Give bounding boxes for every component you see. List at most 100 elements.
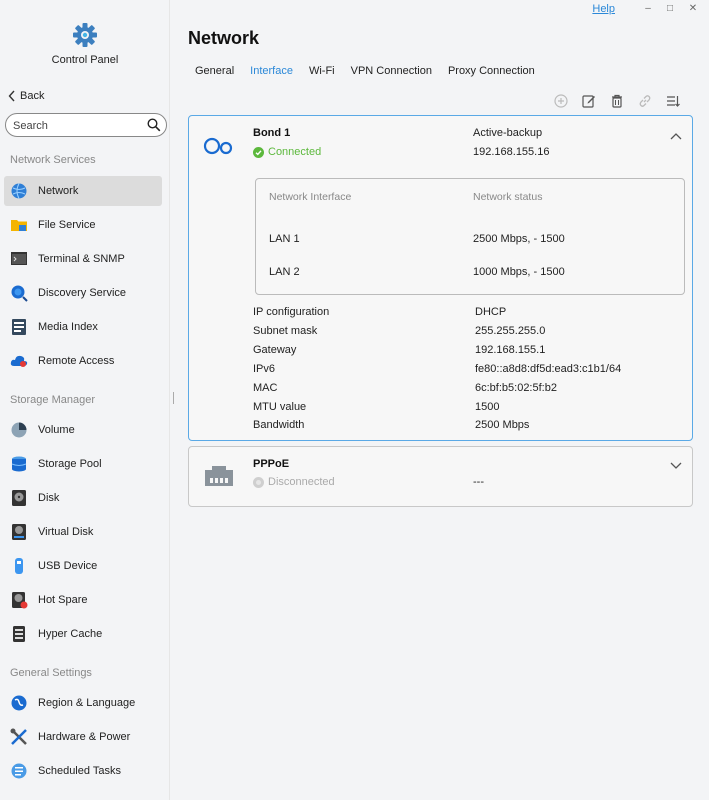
delete-icon <box>612 94 622 108</box>
detail-label: Gateway <box>253 344 297 356</box>
connection-status: Connected <box>253 146 321 158</box>
tab-interface[interactable]: Interface <box>250 65 293 77</box>
sidebar-item-region-language[interactable]: Region & Language <box>4 688 162 718</box>
sidebar-item-label: Storage Pool <box>38 458 102 470</box>
member-interface-name: LAN 1 <box>269 233 300 245</box>
link-button[interactable] <box>631 93 659 109</box>
detail-label: MAC <box>253 382 278 394</box>
sidebar-item-volume[interactable]: Volume <box>4 415 162 445</box>
discovery-icon <box>11 285 28 302</box>
ip-address: --- <box>473 476 484 488</box>
add-button[interactable] <box>547 93 575 109</box>
tab-general[interactable]: General <box>195 65 234 77</box>
sort-button[interactable] <box>659 93 687 109</box>
sidebar-resize-handle[interactable] <box>173 392 174 404</box>
region-globe-icon <box>11 695 27 711</box>
sidebar-item-discovery-service[interactable]: Discovery Service <box>4 278 162 308</box>
gear-icon <box>73 23 97 47</box>
detail-value: 2500 Mbps <box>475 419 530 431</box>
check-circle-icon <box>253 146 264 158</box>
column-header-network-interface: Network Interface <box>269 191 352 203</box>
usb-icon <box>15 558 23 574</box>
tab-vpn-connection[interactable]: VPN Connection <box>351 65 432 77</box>
member-interface-status: 1000 Mbps, - 1500 <box>473 266 565 278</box>
hot-spare-icon <box>12 592 28 609</box>
section-label-storage-manager: Storage Manager <box>10 394 95 406</box>
member-interface-status: 2500 Mbps, - 1500 <box>473 233 565 245</box>
sidebar-item-label: Scheduled Tasks <box>38 765 121 777</box>
tab-wifi[interactable]: Wi-Fi <box>309 65 335 77</box>
chevron-up-icon[interactable] <box>670 132 682 140</box>
chevron-left-icon <box>8 90 15 102</box>
search-box[interactable] <box>5 113 167 137</box>
tools-icon <box>10 728 27 745</box>
interface-card-pppoe[interactable]: PPPoE Disconnected --- <box>188 446 693 507</box>
detail-value: 192.168.155.1 <box>475 344 546 356</box>
sidebar-item-remote-access[interactable]: Remote Access <box>4 346 162 376</box>
storage-pool-icon <box>11 456 27 472</box>
section-label-network-services: Network Services <box>10 154 96 166</box>
tab-bar: General Interface Wi-Fi VPN Connection P… <box>195 65 551 77</box>
hyper-cache-icon <box>13 626 25 642</box>
section-label-general-settings: General Settings <box>10 667 92 679</box>
volume-icon <box>11 422 27 438</box>
control-panel-logo <box>0 22 170 51</box>
status-text: Connected <box>268 146 322 158</box>
connection-status: Disconnected <box>253 476 335 488</box>
search-input[interactable] <box>13 118 143 133</box>
back-label: Back <box>20 90 45 102</box>
sidebar-item-label: Hyper Cache <box>38 628 103 640</box>
sidebar-item-label: Remote Access <box>38 355 115 367</box>
app-title: Control Panel <box>51 54 119 66</box>
sidebar-item-label: Network <box>38 185 79 197</box>
column-header-network-status: Network status <box>473 191 543 203</box>
detail-value: 6c:bf:b5:02:5f:b2 <box>475 382 557 394</box>
sidebar-item-scheduled-tasks[interactable]: Scheduled Tasks <box>4 756 162 786</box>
status-text: Disconnected <box>268 476 335 488</box>
disconnected-status-icon <box>253 476 264 488</box>
tasks-icon <box>11 763 27 779</box>
sidebar-item-label: Disk <box>38 492 60 504</box>
delete-button[interactable] <box>603 93 631 109</box>
interface-toolbar <box>547 93 687 109</box>
back-button[interactable]: Back <box>8 88 44 104</box>
edit-icon <box>582 95 595 108</box>
sidebar-item-hot-spare[interactable]: Hot Spare <box>4 585 162 615</box>
sidebar-item-label: Hot Spare <box>38 594 88 606</box>
add-icon <box>554 94 568 108</box>
sidebar-item-label: Volume <box>38 424 75 436</box>
sidebar-item-storage-pool[interactable]: Storage Pool <box>4 449 162 479</box>
sidebar-item-network[interactable]: Network <box>4 176 162 206</box>
sidebar-item-hyper-cache[interactable]: Hyper Cache <box>4 619 162 649</box>
edit-button[interactable] <box>575 93 603 109</box>
sort-icon <box>667 96 680 107</box>
chevron-down-icon[interactable] <box>670 462 682 470</box>
media-index-icon <box>12 319 26 335</box>
sidebar-item-media-index[interactable]: Media Index <box>4 312 162 342</box>
interface-name: Bond 1 <box>253 127 291 139</box>
sidebar-item-hardware-power[interactable]: Hardware & Power <box>4 722 162 752</box>
sidebar-item-disk[interactable]: Disk <box>4 483 162 513</box>
main-content: Network General Interface Wi-Fi VPN Conn… <box>182 0 709 800</box>
virtual-disk-icon <box>12 524 26 540</box>
globe-icon <box>11 183 27 199</box>
sidebar-item-label: File Service <box>38 219 96 231</box>
folder-icon <box>11 220 27 231</box>
cloud-icon <box>10 355 28 367</box>
ethernet-port-icon <box>205 466 233 486</box>
sidebar-item-label: Region & Language <box>38 697 136 709</box>
detail-value: 1500 <box>475 401 500 413</box>
bond-mode: Active-backup <box>473 127 543 139</box>
link-icon <box>639 95 651 107</box>
search-icon[interactable] <box>147 118 161 132</box>
ip-address: 192.168.155.16 <box>473 146 550 158</box>
detail-value: DHCP <box>475 306 507 318</box>
sidebar-item-file-service[interactable]: File Service <box>4 210 162 240</box>
detail-label: IP configuration <box>253 306 330 318</box>
sidebar-item-terminal-snmp[interactable]: Terminal & SNMP <box>4 244 162 274</box>
interface-card-bond1[interactable]: Bond 1 Connected Active-backup 192.168.1… <box>188 115 693 441</box>
sidebar-item-virtual-disk[interactable]: Virtual Disk <box>4 517 162 547</box>
sidebar-item-usb-device[interactable]: USB Device <box>4 551 162 581</box>
tab-proxy-connection[interactable]: Proxy Connection <box>448 65 535 77</box>
sidebar-item-label: Discovery Service <box>38 287 127 299</box>
